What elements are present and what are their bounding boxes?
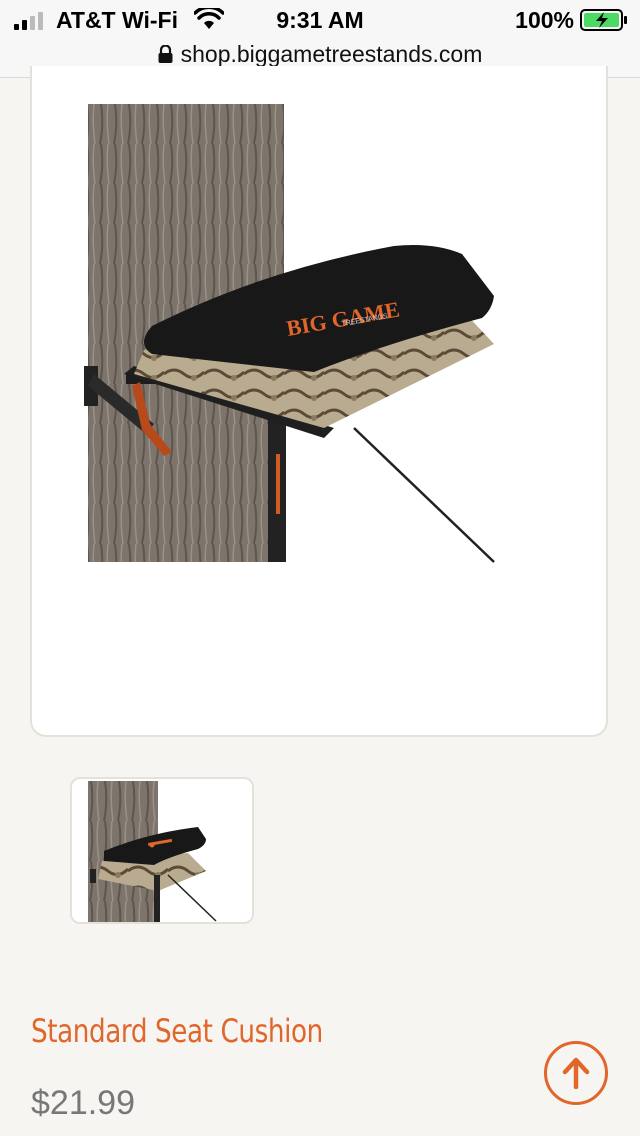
product-thumbnail[interactable]	[70, 777, 254, 924]
thumbnail-image	[88, 781, 217, 922]
product-price: $21.99	[31, 1084, 135, 1122]
product-title: Standard Seat Cushion	[31, 1012, 323, 1050]
status-bar: AT&T Wi-Fi 9:31 AM 100%	[0, 0, 640, 40]
arrow-up-icon	[562, 1057, 590, 1089]
battery-percentage: 100%	[515, 7, 574, 33]
battery-charging-icon	[580, 9, 627, 31]
lock-icon	[158, 45, 173, 63]
product-image-card[interactable]: BIG GAME TREESTANDS	[30, 66, 608, 737]
back-to-top-button[interactable]	[544, 1041, 608, 1105]
url-text: shop.biggametreestands.com	[180, 41, 483, 67]
product-image: BIG GAME TREESTANDS	[84, 104, 495, 563]
